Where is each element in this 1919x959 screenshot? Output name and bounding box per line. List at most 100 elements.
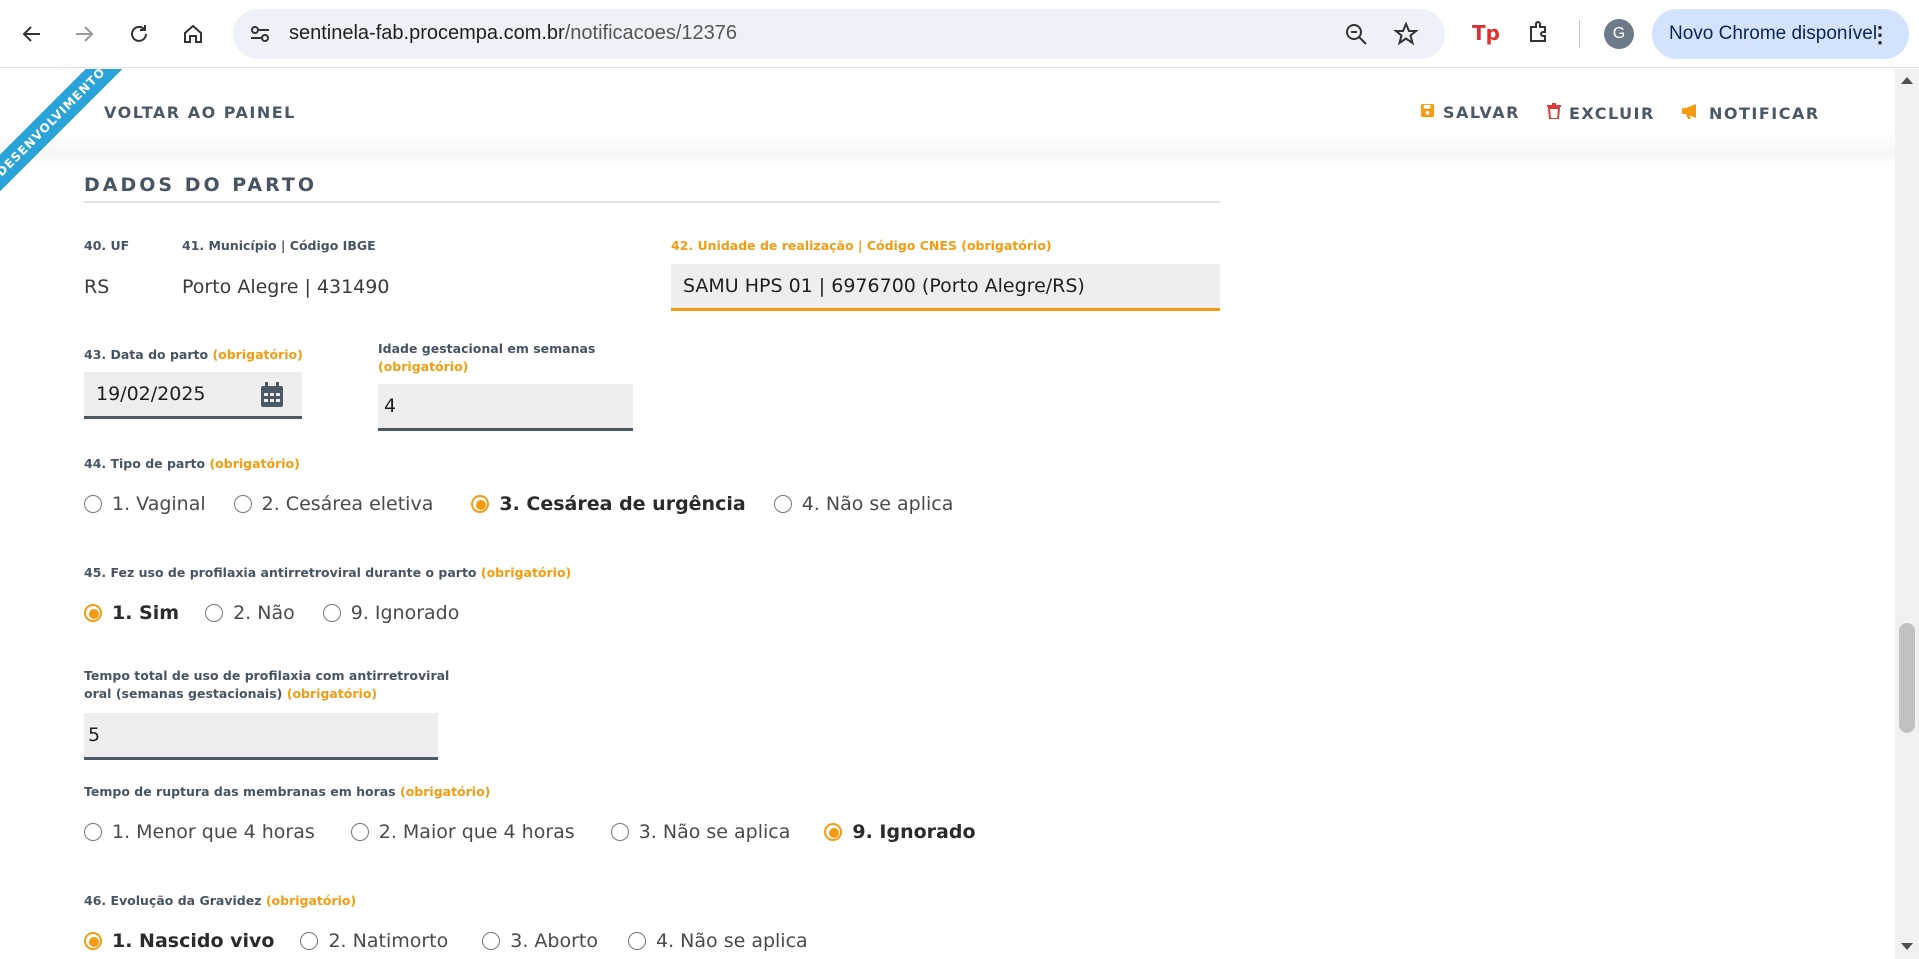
svg-text:Tp: Tp: [1472, 21, 1500, 45]
required-text: (obrigatório): [480, 565, 572, 580]
radio-icon: [610, 823, 629, 841]
notify-button[interactable]: NOTIFICAR: [1681, 103, 1820, 123]
reload-icon[interactable]: [119, 14, 159, 54]
required-text: (obrigatório): [378, 359, 469, 374]
tipo-parto-option[interactable]: 1. Vaginal: [84, 493, 206, 515]
calendar-icon[interactable]: [260, 382, 284, 408]
ruptura-option-selected[interactable]: 9. Ignorado: [824, 821, 976, 843]
radio-label: 2. Não: [233, 602, 295, 624]
site-info-icon[interactable]: [247, 21, 273, 47]
tipo-parto-label-text: 44. Tipo de parto: [84, 456, 206, 471]
profilaxia-option-selected[interactable]: 1. Sim: [84, 602, 179, 624]
profilaxia-option[interactable]: 9. Ignorado: [322, 602, 459, 624]
data-parto-input[interactable]: 19/02/2025: [84, 372, 302, 419]
section-divider: [84, 201, 1220, 203]
tempo-profilaxia-input[interactable]: 5: [84, 713, 438, 760]
save-icon: [1420, 103, 1435, 122]
scrollbar-thumb[interactable]: [1899, 623, 1915, 733]
radio-icon: [84, 495, 102, 513]
scroll-down-arrow-icon[interactable]: [1901, 943, 1913, 950]
radio-label: 4. Não se aplica: [656, 930, 808, 952]
municipio-label: 41. Município | Código IBGE: [182, 238, 376, 253]
ruptura-option[interactable]: 2. Maior que 4 horas: [350, 821, 575, 843]
profilaxia-label: 45. Fez uso de profilaxia antirretrovira…: [84, 564, 571, 582]
required-text: (obrigatório): [212, 347, 303, 362]
evolucao-radio-group: 1. Nascido vivo 2. Natimorto 3. Aborto 4…: [84, 930, 808, 952]
page-scrollbar[interactable]: [1895, 69, 1919, 959]
required-text: (obrigatório): [209, 456, 300, 471]
radio-icon: [773, 495, 792, 513]
tipo-parto-option[interactable]: 4. Não se aplica: [773, 493, 954, 515]
radio-selected-icon: [471, 495, 490, 513]
required-text: (obrigatório): [400, 784, 491, 799]
evolucao-option-selected[interactable]: 1. Nascido vivo: [84, 930, 274, 952]
uf-label: 40. UF: [84, 238, 130, 253]
idade-label-text: Idade gestacional em semanas: [378, 341, 596, 356]
bookmark-star-icon[interactable]: [1393, 21, 1419, 47]
save-label: SALVAR: [1443, 103, 1520, 122]
toolbar-divider: [1579, 20, 1580, 48]
scroll-up-arrow-icon[interactable]: [1901, 77, 1913, 84]
profile-avatar[interactable]: G: [1604, 19, 1634, 49]
idade-input[interactable]: 4: [378, 384, 633, 431]
tipo-parto-option-selected[interactable]: 3. Cesárea de urgência: [471, 493, 746, 515]
ruptura-option[interactable]: 1. Menor que 4 horas: [84, 821, 315, 843]
idade-label: Idade gestacional em semanas (obrigatório…: [378, 340, 595, 376]
back-to-panel-link[interactable]: VOLTAR AO PAINEL: [104, 103, 296, 122]
radio-label: 9. Ignorado: [852, 821, 976, 843]
evolucao-label-text: 46. Evolução da Gravidez: [84, 893, 262, 908]
back-arrow-icon[interactable]: [12, 14, 52, 54]
forward-arrow-icon[interactable]: [64, 14, 104, 54]
required-text: (obrigatório): [265, 893, 357, 908]
idade-value: 4: [384, 395, 397, 417]
evolucao-option[interactable]: 2. Natimorto: [300, 930, 448, 952]
radio-selected-icon: [84, 932, 102, 950]
trash-icon: [1547, 103, 1561, 123]
url-path: /notificacoes/12376: [564, 22, 738, 44]
municipio-value: Porto Alegre | 431490: [182, 276, 390, 298]
radio-icon: [233, 495, 252, 513]
tipo-parto-option[interactable]: 2. Cesárea eletiva: [233, 493, 434, 515]
evolucao-option[interactable]: 3. Aborto: [482, 930, 598, 952]
url-host: sentinela-fab.procempa.com.br: [289, 22, 565, 44]
delete-button[interactable]: EXCLUIR: [1547, 103, 1655, 123]
save-button[interactable]: SALVAR: [1420, 103, 1520, 122]
radio-icon: [350, 823, 369, 841]
address-bar[interactable]: sentinela-fab.procempa.com.br/notificaco…: [233, 9, 1445, 59]
radio-label: 4. Não se aplica: [801, 493, 954, 515]
ruptura-label-text: Tempo de ruptura das membranas em horas: [84, 784, 396, 799]
radio-label: 2. Maior que 4 horas: [378, 821, 575, 843]
radio-label: 1. Menor que 4 horas: [112, 821, 315, 843]
evolucao-option[interactable]: 4. Não se aplica: [628, 930, 808, 952]
radio-label: 3. Não se aplica: [638, 821, 791, 843]
radio-icon: [322, 604, 341, 622]
radio-label: 2. Cesárea eletiva: [261, 493, 434, 515]
tipo-parto-label: 44. Tipo de parto (obrigatório): [84, 455, 300, 473]
radio-label: 1. Vaginal: [112, 493, 206, 515]
tempo-profilaxia-label-line2: oral (semanas gestacionais): [84, 686, 283, 701]
unidade-value: SAMU HPS 01 | 6976700 (Porto Alegre/RS): [683, 275, 1085, 297]
megaphone-icon: [1681, 103, 1701, 123]
tempo-profilaxia-label: Tempo total de uso de profilaxia com ant…: [84, 667, 449, 703]
more-menu-icon[interactable]: ⋮: [1869, 22, 1891, 48]
zoom-icon[interactable]: [1343, 21, 1369, 47]
tp-extension-icon[interactable]: Tp: [1470, 18, 1500, 48]
ruptura-option[interactable]: 3. Não se aplica: [610, 821, 791, 843]
radio-selected-icon: [824, 823, 843, 841]
profilaxia-option[interactable]: 2. Não: [205, 602, 295, 624]
radio-selected-icon: [84, 604, 102, 622]
form-header-bar: VOLTAR AO PAINEL SALVAR EXCLUIR NOTIFICA…: [0, 69, 1895, 155]
delete-label: EXCLUIR: [1569, 103, 1655, 123]
radio-icon: [628, 932, 646, 950]
home-icon[interactable]: [173, 14, 213, 54]
extensions-puzzle-icon[interactable]: [1525, 18, 1555, 48]
data-parto-label-text: 43. Data do parto: [84, 347, 209, 362]
chrome-update-button[interactable]: Novo Chrome disponível ⋮: [1652, 9, 1909, 59]
notify-label: NOTIFICAR: [1709, 103, 1820, 123]
data-parto-value: 19/02/2025: [96, 383, 206, 405]
tempo-profilaxia-label-line1: Tempo total de uso de profilaxia com ant…: [84, 668, 450, 683]
unidade-select[interactable]: SAMU HPS 01 | 6976700 (Porto Alegre/RS): [671, 264, 1220, 311]
section-title: DADOS DO PARTO: [84, 174, 318, 196]
radio-label: 3. Aborto: [510, 930, 598, 952]
ruptura-radio-group: 1. Menor que 4 horas 2. Maior que 4 hora…: [84, 821, 976, 843]
